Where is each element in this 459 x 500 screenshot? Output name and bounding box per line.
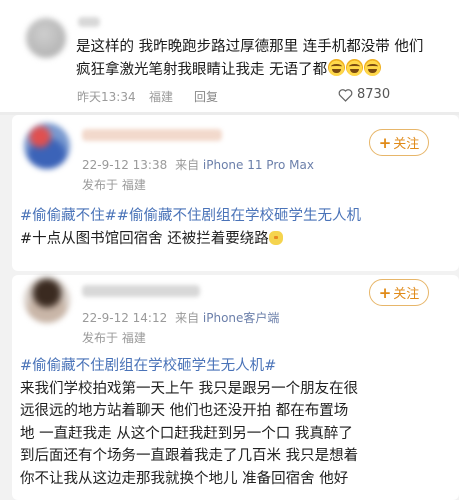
chick-emoji-icon	[268, 230, 283, 245]
comment-location: 福建	[149, 90, 174, 104]
commenter-name[interactable]	[78, 17, 100, 27]
poster-name[interactable]	[82, 129, 222, 141]
heart-icon	[338, 88, 353, 102]
body-line: 远很远的地方站着聊天 他们也还没开拍 都在布置场	[20, 403, 349, 419]
post-device[interactable]: iPhone客户端	[203, 311, 280, 325]
post-location: 发布于 福建	[82, 331, 146, 345]
post-location: 发布于 福建	[82, 178, 146, 192]
body-line: 到后面还有个场务一直跟着我走了几百米 我只是想着	[20, 448, 359, 464]
weibo-post-card: + 关注 22-9-12 13:38 来自 iPhone 11 Pro Max …	[12, 115, 459, 271]
post-meta: 22-9-12 14:12 来自 iPhone客户端	[82, 311, 280, 325]
body-line: 你不让我从这边走那我就换个地儿 准备回宿舍 他好	[20, 470, 349, 487]
body-line: 来我们学校拍戏第一天上午 我只是跟另一个朋友在很	[20, 380, 359, 397]
like-button[interactable]: 8730	[338, 87, 390, 102]
weibo-post-card: + 关注 22-9-12 14:12 来自 iPhone客户端 发布于 福建 #…	[12, 275, 459, 500]
grin-sweat-emoji-icon	[364, 59, 382, 76]
commenter-avatar[interactable]	[26, 18, 66, 58]
post-body: #偷偷藏不住剧组在学校砸学生无人机# 来我们学校拍戏第一天上午 我只是跟另一个朋…	[20, 355, 456, 490]
plus-icon: +	[378, 283, 392, 302]
like-count: 8730	[357, 87, 391, 102]
comment-item: 是这样的 我昨晚跑步路过厚德那里 连手机都没带 他们 疯狂拿激光笔射我眼睛让我走…	[0, 0, 459, 112]
post-body: #偷偷藏不住##偷偷藏不住剧组在学校砸学生无人机 #十点从图书馆回宿舍 还被拦着…	[20, 205, 452, 250]
post-device[interactable]: iPhone 11 Pro Max	[203, 158, 314, 172]
post-time: 22-9-12 13:38	[82, 158, 168, 172]
topic-hashtag-link[interactable]: #偷偷藏不住##偷偷藏不住剧组在学校砸学生无人机	[20, 205, 452, 228]
reply-button[interactable]: 回复	[194, 88, 218, 105]
body-line: 地 一直赶我走 从这个口赶我赶到另一个口 我真醉了	[20, 425, 353, 442]
poster-avatar[interactable]	[24, 123, 70, 169]
topic-hashtag-link[interactable]: #偷偷藏不住剧组在学校砸学生无人机#	[20, 355, 456, 378]
poster-name[interactable]	[82, 285, 200, 297]
poster-avatar[interactable]	[24, 277, 70, 323]
grin-sweat-emoji-icon	[328, 59, 346, 76]
follow-button[interactable]: + 关注	[369, 129, 429, 156]
plus-icon: +	[378, 133, 392, 152]
comment-time: 昨天13:34	[77, 90, 136, 104]
comment-text: 是这样的 我昨晚跑步路过厚德那里 连手机都没带 他们 疯狂拿激光笔射我眼睛让我走…	[76, 39, 424, 78]
grin-sweat-emoji-icon	[346, 59, 364, 76]
post-time: 22-9-12 14:12	[82, 311, 168, 325]
post-meta: 22-9-12 13:38 来自 iPhone 11 Pro Max	[82, 158, 314, 172]
follow-button[interactable]: + 关注	[369, 279, 429, 306]
